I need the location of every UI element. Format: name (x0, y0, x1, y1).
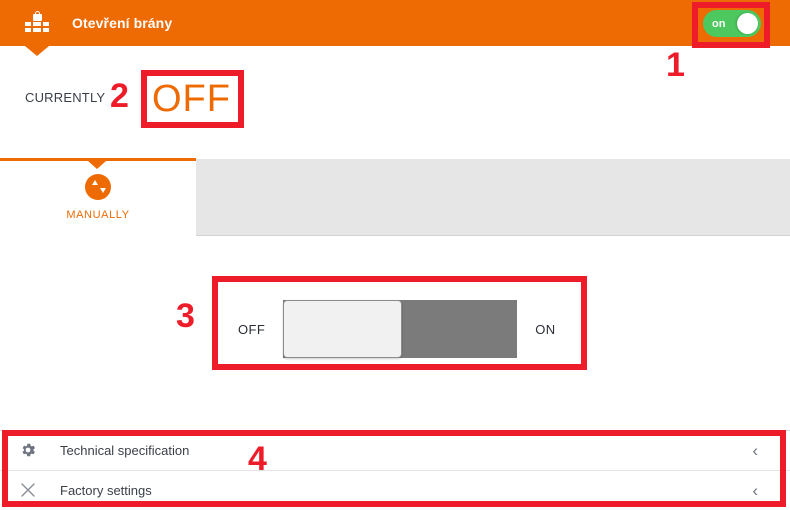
chevron-left-icon[interactable]: ‹ (752, 482, 758, 499)
chevron-left-icon[interactable]: ‹ (752, 442, 758, 459)
tab-manually-label: MANUALLY (66, 209, 130, 221)
master-power-toggle[interactable]: on (703, 10, 761, 37)
list-item-label: Factory settings (60, 483, 152, 498)
master-toggle-label: on (712, 17, 726, 30)
page-title: Otevření brány (72, 15, 173, 31)
tab-manually[interactable]: MANUALLY (0, 161, 196, 236)
settings-list: Technical specification ‹ Factory settin… (0, 430, 790, 510)
gate-lock-icon (24, 11, 50, 35)
master-toggle-knob[interactable] (737, 13, 758, 34)
manual-slider-knob[interactable] (283, 300, 403, 358)
currently-label: CURRENTLY (25, 90, 106, 105)
annotation-number-2: 2 (110, 77, 129, 115)
manual-slider-row: OFF ON (238, 300, 558, 358)
list-item-label: Technical specification (60, 443, 190, 458)
currently-status-value: OFF (152, 78, 231, 120)
up-down-arrows-icon (85, 174, 111, 200)
manual-slider-track[interactable] (283, 300, 518, 358)
gear-icon (19, 441, 39, 461)
header-pointer-caret (25, 46, 49, 56)
slider-off-label: OFF (238, 321, 266, 337)
annotation-number-3: 3 (176, 297, 195, 335)
slider-on-label: ON (535, 321, 556, 337)
list-item[interactable]: Factory settings ‹ (0, 471, 790, 510)
app-header: Otevření brány (0, 0, 790, 46)
tab-content-panel (196, 159, 790, 236)
close-x-icon (19, 481, 39, 501)
annotation-number-1: 1 (666, 46, 685, 84)
list-item[interactable]: Technical specification ‹ (0, 431, 790, 471)
